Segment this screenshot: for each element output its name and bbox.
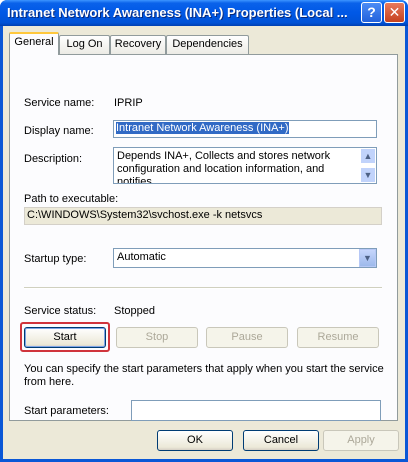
title-bar[interactable]: Intranet Network Awareness (INA+) Proper… bbox=[0, 0, 408, 26]
pause-button[interactable]: Pause bbox=[206, 327, 288, 348]
cancel-button[interactable]: Cancel bbox=[243, 430, 319, 451]
description-label: Description: bbox=[24, 153, 83, 165]
startup-type-select[interactable]: Automatic ▼ bbox=[113, 248, 377, 268]
service-name-label: Service name: bbox=[24, 97, 95, 109]
start-params-input[interactable] bbox=[131, 400, 381, 421]
display-name-field[interactable]: Intranet Network Awareness (INA+) bbox=[113, 120, 377, 138]
help-button[interactable]: ? bbox=[361, 2, 382, 23]
properties-window: Intranet Network Awareness (INA+) Proper… bbox=[0, 0, 408, 462]
separator bbox=[24, 287, 382, 289]
chevron-down-icon[interactable]: ▼ bbox=[359, 249, 376, 267]
description-value: Depends INA+, Collects and stores networ… bbox=[117, 150, 331, 184]
tab-log-on[interactable]: Log On bbox=[59, 35, 110, 54]
stop-button[interactable]: Stop bbox=[116, 327, 198, 348]
display-name-value: Intranet Network Awareness (INA+) bbox=[116, 122, 289, 134]
tab-dependencies[interactable]: Dependencies bbox=[166, 35, 249, 54]
window-title: Intranet Network Awareness (INA+) Proper… bbox=[7, 5, 347, 20]
service-name-value: IPRIP bbox=[114, 97, 143, 109]
start-params-info: You can specify the start parameters tha… bbox=[24, 363, 384, 388]
tab-general[interactable]: General bbox=[9, 32, 59, 55]
path-label: Path to executable: bbox=[24, 193, 119, 205]
ok-button[interactable]: OK bbox=[157, 430, 233, 451]
close-button[interactable]: ✕ bbox=[384, 2, 405, 23]
start-button[interactable]: Start bbox=[24, 327, 106, 348]
resume-button[interactable]: Resume bbox=[297, 327, 379, 348]
tab-recovery[interactable]: Recovery bbox=[110, 35, 166, 54]
general-panel: Service name: IPRIP Display name: Intran… bbox=[9, 54, 398, 421]
service-status-value: Stopped bbox=[114, 305, 155, 317]
dialog-client: General Log On Recovery Dependencies Ser… bbox=[3, 26, 405, 459]
description-field[interactable]: Depends INA+, Collects and stores networ… bbox=[113, 147, 377, 184]
scroll-down-icon[interactable]: ▼ bbox=[360, 167, 376, 183]
startup-type-label: Startup type: bbox=[24, 253, 87, 265]
display-name-label: Display name: bbox=[24, 125, 94, 137]
path-field: C:\WINDOWS\System32\svchost.exe -k netsv… bbox=[24, 207, 382, 225]
startup-type-value: Automatic bbox=[117, 251, 166, 263]
start-params-label: Start parameters: bbox=[24, 405, 109, 417]
apply-button[interactable]: Apply bbox=[323, 430, 399, 451]
service-status-label: Service status: bbox=[24, 305, 97, 317]
scroll-up-icon[interactable]: ▲ bbox=[360, 148, 376, 164]
